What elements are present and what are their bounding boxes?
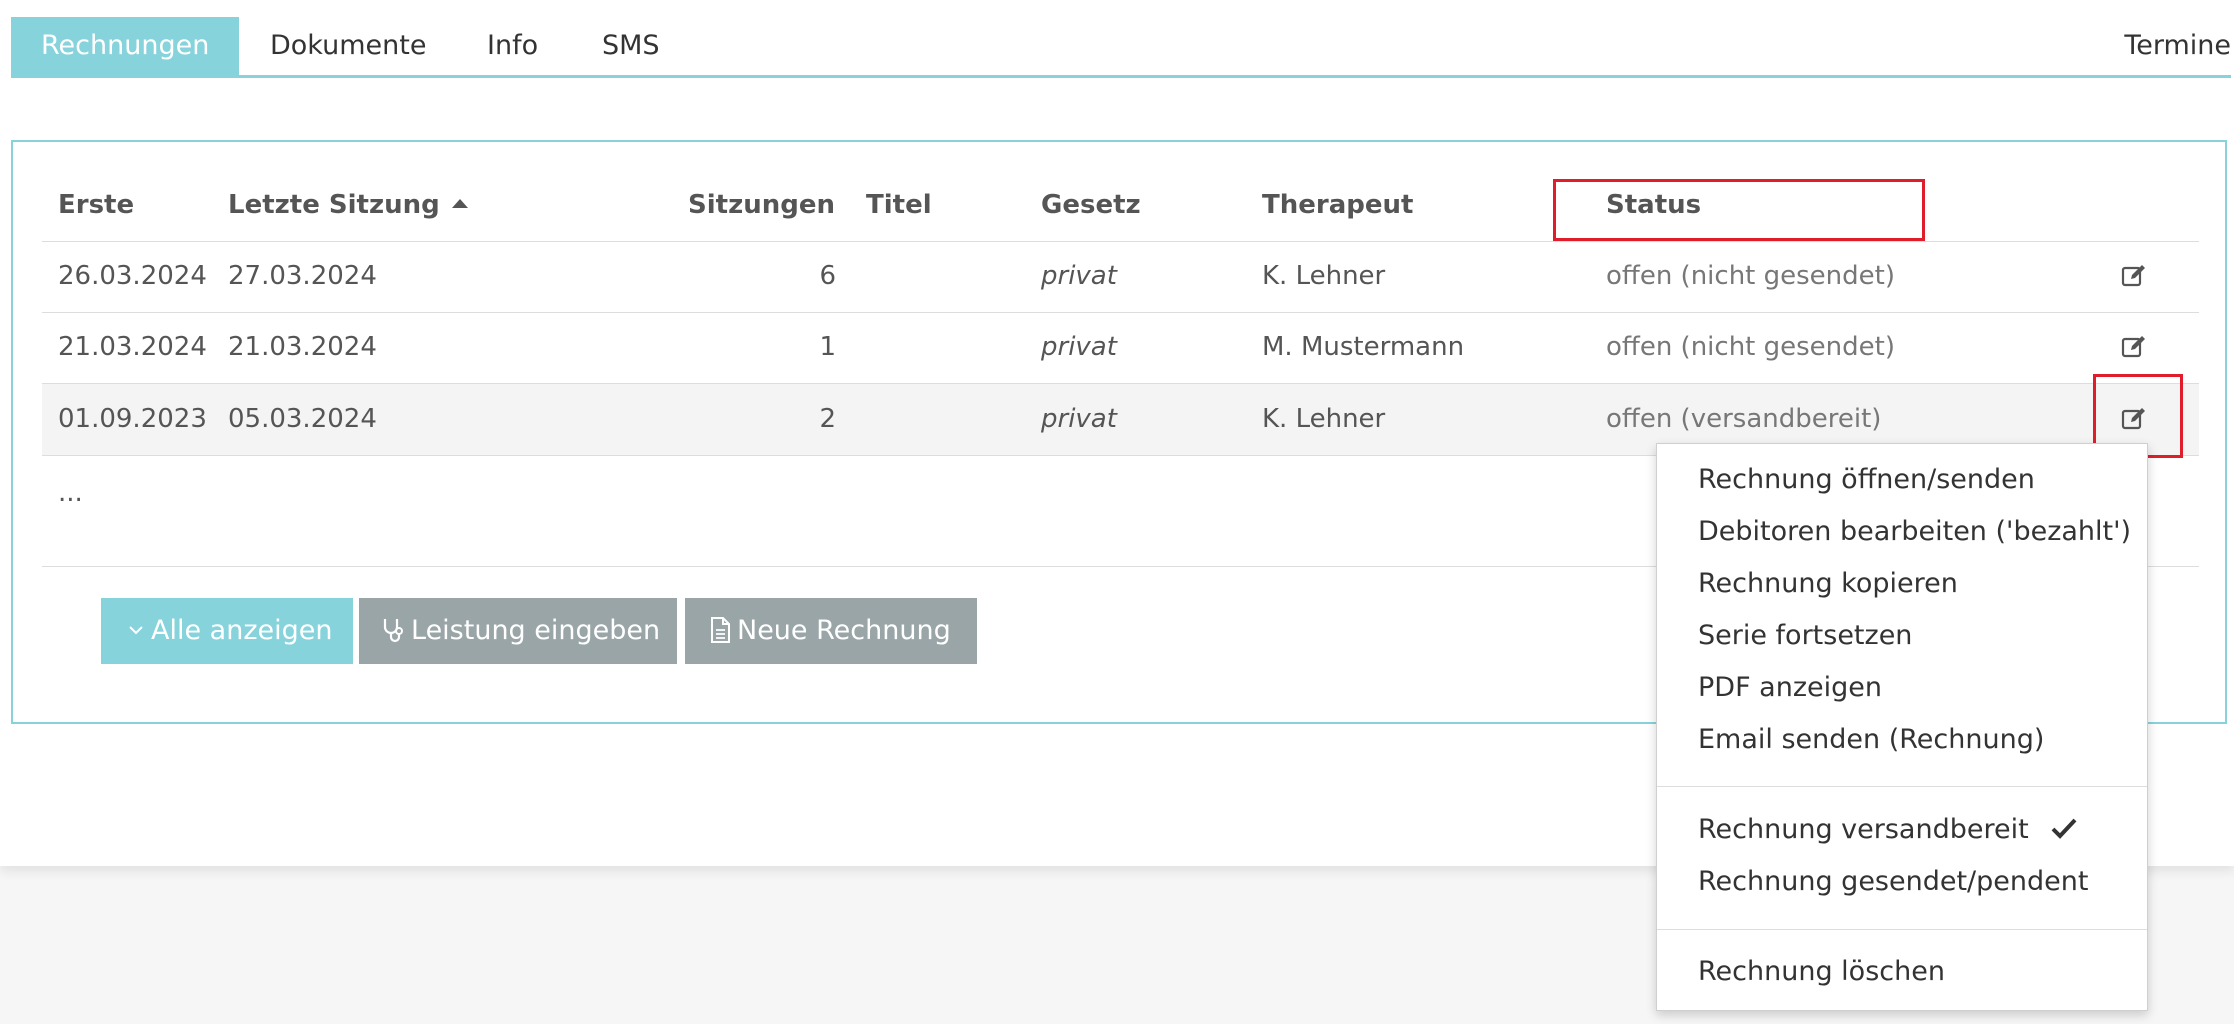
menu-divider [1657,786,2147,787]
menu-item-email[interactable]: Email senden (Rechnung) [1698,724,2044,755]
cell-therapeut: M. Mustermann [1262,332,1465,362]
tab-sms[interactable]: SMS [602,17,660,75]
cell-gesetz: privat [1041,332,1117,362]
cell-gesetz: privat [1041,261,1117,291]
leistung-eingeben-label: Leistung eingeben [411,615,661,646]
row-divider [42,383,2199,384]
sort-ascending-icon [451,199,468,208]
row-divider [42,312,2199,313]
edit-icon[interactable] [2120,262,2148,290]
cell-sitzungen: 2 [819,404,836,434]
cell-therapeut: K. Lehner [1262,261,1386,291]
cell-status: offen (versandbereit) [1606,404,1882,434]
cell-erste: 26.03.2024 [58,261,207,291]
menu-item-versandbereit-label: Rechnung versandbereit [1698,814,2029,845]
menu-divider [1657,929,2147,930]
cell-status: offen (nicht gesendet) [1606,332,1895,362]
menu-item-gesendet[interactable]: Rechnung gesendet/pendent [1698,866,2088,897]
menu-item-debitoren[interactable]: Debitoren bearbeiten ('bezahlt') [1698,516,2131,547]
menu-item-serie[interactable]: Serie fortsetzen [1698,620,1912,651]
header-gesetz[interactable]: Gesetz [1041,190,1141,220]
cell-therapeut: K. Lehner [1262,404,1386,434]
leistung-eingeben-button[interactable]: Leistung eingeben [359,598,677,664]
document-icon [711,616,730,643]
tab-termine[interactable]: Termine [2124,17,2231,75]
alle-anzeigen-label: Alle anzeigen [151,615,333,646]
cell-status: offen (nicht gesendet) [1606,261,1895,291]
cell-erste: 01.09.2023 [58,404,207,434]
header-titel[interactable]: Titel [866,190,932,220]
edit-icon[interactable] [2120,333,2148,361]
tab-info[interactable]: Info [487,17,538,75]
alle-anzeigen-button[interactable]: Alle anzeigen [101,598,353,664]
tab-dokumente[interactable]: Dokumente [270,17,426,75]
menu-item-copy[interactable]: Rechnung kopieren [1698,568,1958,599]
header-therapeut[interactable]: Therapeut [1262,190,1413,220]
cell-sitzungen: 6 [819,261,836,291]
chevron-down-icon [129,625,143,634]
row-divider [42,241,2199,242]
menu-item-open-send[interactable]: Rechnung öffnen/senden [1698,464,2035,495]
cell-letzte: 21.03.2024 [228,332,377,362]
cell-letzte: 27.03.2024 [228,261,377,291]
more-rows-indicator: ... [58,478,83,508]
stethoscope-icon [383,618,403,642]
header-sitzungen[interactable]: Sitzungen [688,190,835,220]
header-letzte-label: Letzte Sitzung [228,190,440,220]
neue-rechnung-button[interactable]: Neue Rechnung [685,598,977,664]
tab-rechnungen[interactable]: Rechnungen [11,17,240,75]
neue-rechnung-label: Neue Rechnung [737,615,951,646]
cell-gesetz: privat [1041,404,1117,434]
cell-letzte: 05.03.2024 [228,404,377,434]
cell-erste: 21.03.2024 [58,332,207,362]
header-letzte-sitzung[interactable]: Letzte Sitzung [228,190,468,220]
menu-item-delete[interactable]: Rechnung löschen [1698,956,1945,987]
cell-sitzungen: 1 [819,332,836,362]
menu-item-versandbereit[interactable]: Rechnung versandbereit [1698,814,2077,845]
checkmark-icon [2051,818,2077,839]
menu-item-pdf[interactable]: PDF anzeigen [1698,672,1882,703]
annotation-status-highlight [1553,179,1925,241]
header-erste[interactable]: Erste [58,190,134,220]
invoice-context-menu: Rechnung öffnen/senden Debitoren bearbei… [1656,443,2148,1011]
tab-bar: Rechnungen Dokumente Info SMS Termine [11,17,2231,78]
